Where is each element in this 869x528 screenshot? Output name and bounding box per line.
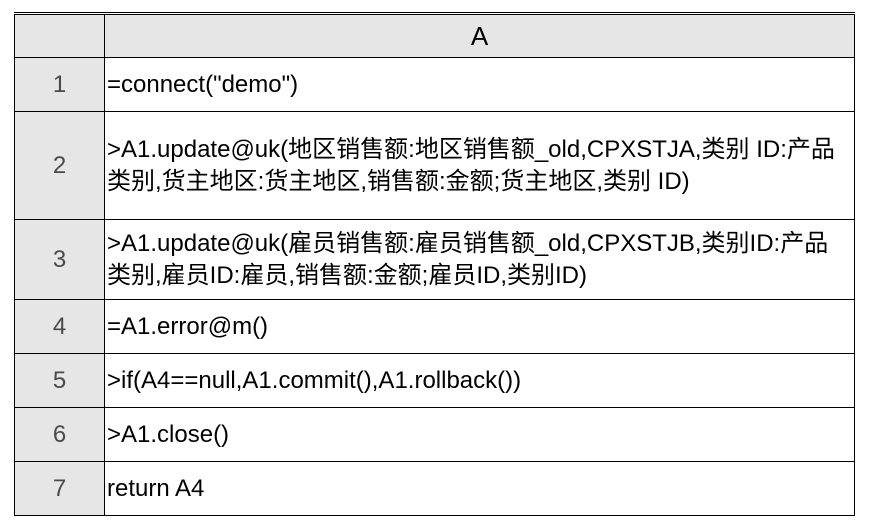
cell-A: >A1.close()	[105, 408, 855, 462]
cell-A: =connect("demo")	[105, 58, 855, 112]
table-row: 1=connect("demo")	[15, 58, 855, 112]
cell-A: =A1.error@m()	[105, 300, 855, 354]
table-row: 5>if(A4==null,A1.commit(),A1.rollback())	[15, 354, 855, 408]
row-number: 1	[15, 58, 105, 112]
row-number: 4	[15, 300, 105, 354]
header-col-A: A	[105, 14, 855, 58]
header-corner	[15, 14, 105, 58]
table-row: 6>A1.close()	[15, 408, 855, 462]
table-row: 4=A1.error@m()	[15, 300, 855, 354]
cell-A: >A1.update@uk(地区销售额:地区销售额_old,CPXSTJA,类别…	[105, 112, 855, 220]
code-grid-body: 1=connect("demo")2>A1.update@uk(地区销售额:地区…	[15, 58, 855, 516]
cell-A: >A1.update@uk(雇员销售额:雇员销售额_old,CPXSTJB,类别…	[105, 220, 855, 300]
table-row: 3>A1.update@uk(雇员销售额:雇员销售额_old,CPXSTJB,类…	[15, 220, 855, 300]
cell-A: return A4	[105, 462, 855, 516]
code-grid: A 1=connect("demo")2>A1.update@uk(地区销售额:…	[14, 12, 855, 516]
cell-A: >if(A4==null,A1.commit(),A1.rollback())	[105, 354, 855, 408]
row-number: 5	[15, 354, 105, 408]
row-number: 7	[15, 462, 105, 516]
row-number: 2	[15, 112, 105, 220]
row-number: 6	[15, 408, 105, 462]
table-row: 7return A4	[15, 462, 855, 516]
table-row: 2>A1.update@uk(地区销售额:地区销售额_old,CPXSTJA,类…	[15, 112, 855, 220]
row-number: 3	[15, 220, 105, 300]
